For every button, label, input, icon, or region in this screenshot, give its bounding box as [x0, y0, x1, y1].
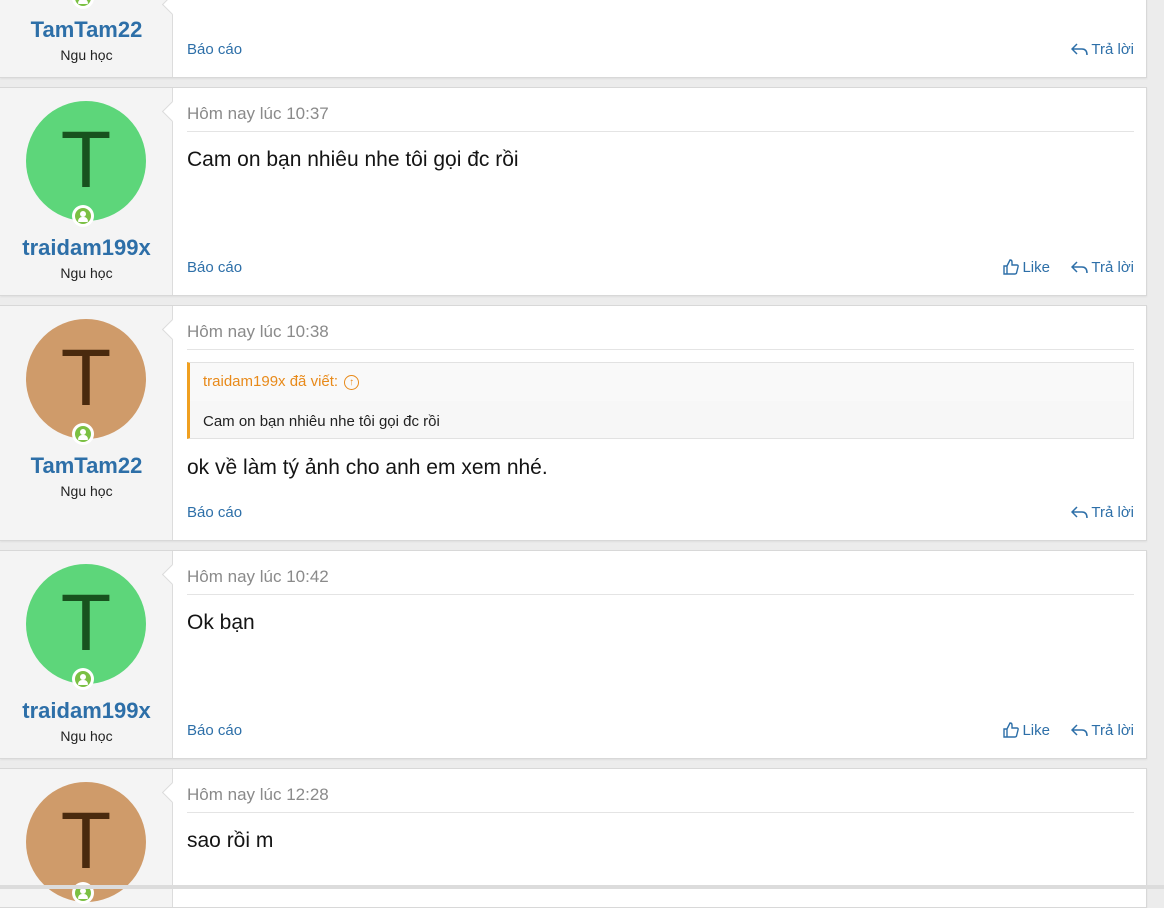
user-title: Ngu học: [60, 47, 113, 63]
post: T traidam199x Ngu học Hôm nay lúc 10:37 …: [0, 87, 1147, 296]
avatar[interactable]: T: [26, 101, 146, 221]
avatar[interactable]: T: [26, 319, 146, 439]
reply-button[interactable]: Trả lời: [1071, 722, 1134, 739]
username-link[interactable]: TamTam22: [0, 453, 173, 479]
like-button[interactable]: Like: [1003, 259, 1050, 276]
user-title: Ngu học: [60, 728, 113, 744]
report-link[interactable]: Báo cáo: [187, 259, 242, 276]
report-link[interactable]: Báo cáo: [187, 722, 242, 739]
like-button[interactable]: Like: [1003, 722, 1050, 739]
post-date[interactable]: Hôm nay lúc 10:37: [187, 104, 1134, 132]
jump-up-icon[interactable]: ↑: [344, 375, 360, 390]
username-link[interactable]: traidam199x: [0, 235, 173, 261]
post-message: Cam on bạn nhiêu nhe tôi gọi đc rồi: [187, 148, 519, 171]
post-message: Ok bạn: [187, 611, 255, 634]
thumbs-up-icon: [1003, 722, 1020, 738]
post-date[interactable]: Hôm nay lúc 10:42: [187, 567, 1134, 595]
reply-icon: [1071, 506, 1089, 519]
post-date[interactable]: Hôm nay lúc 10:38: [187, 322, 1134, 350]
avatar[interactable]: T: [26, 564, 146, 684]
user-cell: TamTam22 Ngu học: [0, 0, 173, 77]
user-cell: T traidam199x Ngu học: [0, 88, 173, 295]
user-title: Ngu học: [60, 265, 113, 281]
post: T traidam199x Ngu học Hôm nay lúc 10:42 …: [0, 550, 1147, 759]
reply-icon: [1071, 724, 1089, 737]
reply-button[interactable]: Trả lời: [1071, 504, 1134, 521]
quote-block: traidam199x đã viết: ↑ Cam on bạn nhiêu n…: [187, 362, 1134, 439]
quote-text: Cam on bạn nhiêu nhe tôi gọi đc rồi: [203, 413, 440, 430]
reply-button[interactable]: Trả lời: [1071, 41, 1134, 58]
online-status-icon: [72, 0, 94, 9]
post-message: sao rồi m: [187, 829, 274, 852]
reply-icon: [1071, 261, 1089, 274]
post-message: ok về làm tý ảnh cho anh em xem nhé.: [187, 456, 548, 479]
horizontal-scrollbar[interactable]: [0, 885, 1164, 889]
reply-icon: [1071, 43, 1089, 56]
user-cell: T traidam199x Ngu học: [0, 551, 173, 758]
user-cell: T TamTam22 Ngu học: [0, 306, 173, 540]
quote-author[interactable]: traidam199x đã viết:: [203, 373, 338, 390]
username-link[interactable]: traidam199x: [0, 698, 173, 724]
report-link[interactable]: Báo cáo: [187, 504, 242, 521]
post: TamTam22 Ngu học Báo cáo Trả lời: [0, 0, 1147, 78]
reply-button[interactable]: Trả lời: [1071, 259, 1134, 276]
post: T TamTam22 Ngu học Hôm nay lúc 10:38 tra…: [0, 305, 1147, 541]
quote-header[interactable]: traidam199x đã viết: ↑: [190, 363, 1133, 401]
username-link[interactable]: TamTam22: [0, 17, 173, 43]
online-status-icon: [72, 668, 94, 690]
thumbs-up-icon: [1003, 259, 1020, 275]
report-link[interactable]: Báo cáo: [187, 41, 242, 58]
user-title: Ngu học: [60, 483, 113, 499]
post-date[interactable]: Hôm nay lúc 12:28: [187, 785, 1134, 813]
online-status-icon: [72, 423, 94, 445]
online-status-icon: [72, 205, 94, 227]
